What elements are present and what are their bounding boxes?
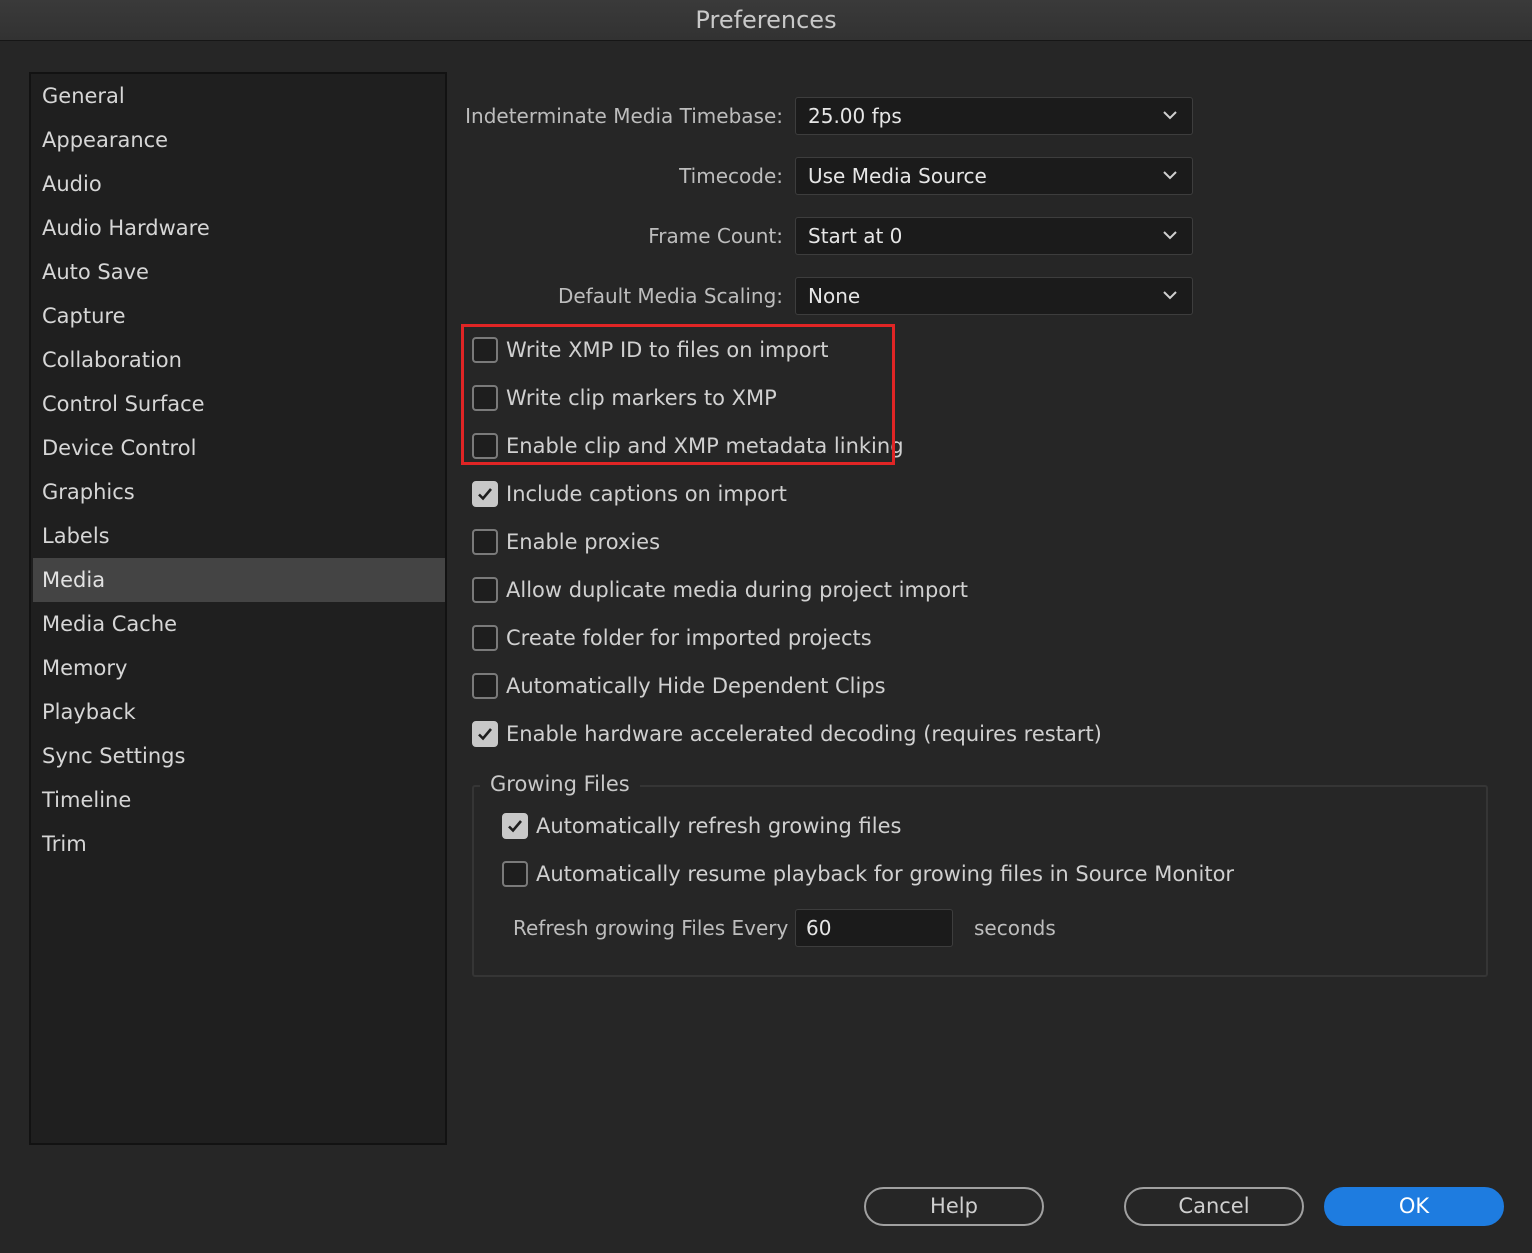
- sidebar-item-playback[interactable]: Playback: [33, 690, 445, 734]
- chevron-down-icon: [1163, 111, 1177, 120]
- sidebar-item-memory[interactable]: Memory: [33, 646, 445, 690]
- sidebar-item-control-surface[interactable]: Control Surface: [33, 382, 445, 426]
- hide-dependent-checkbox[interactable]: [472, 673, 498, 699]
- sidebar-item-graphics[interactable]: Graphics: [33, 470, 445, 514]
- sidebar-item-trim[interactable]: Trim: [33, 822, 445, 866]
- sidebar-item-auto-save[interactable]: Auto Save: [33, 250, 445, 294]
- window-title: Preferences: [0, 0, 1532, 41]
- frame-count-dropdown[interactable]: Start at 0: [795, 217, 1193, 255]
- auto-refresh-checkbox[interactable]: [502, 813, 528, 839]
- include-captions-option[interactable]: Include captions on import: [472, 478, 787, 510]
- allow-duplicate-label: Allow duplicate media during project imp…: [506, 578, 969, 602]
- sidebar-item-collaboration[interactable]: Collaboration: [33, 338, 445, 382]
- enable-proxies-checkbox[interactable]: [472, 529, 498, 555]
- enable-proxies-label: Enable proxies: [506, 530, 661, 554]
- hw-decoding-label: Enable hardware accelerated decoding (re…: [506, 722, 1102, 746]
- sidebar-item-timeline[interactable]: Timeline: [33, 778, 445, 822]
- refresh-interval-label: Refresh growing Files Every: [513, 916, 789, 940]
- checkmark-icon: [478, 728, 492, 741]
- include-captions-checkbox[interactable]: [472, 481, 498, 507]
- help-button[interactable]: Help: [864, 1187, 1044, 1226]
- chevron-down-icon: [1163, 231, 1177, 240]
- create-folder-label: Create folder for imported projects: [506, 626, 872, 650]
- auto-refresh-label: Automatically refresh growing files: [536, 814, 902, 838]
- refresh-interval-input[interactable]: [795, 909, 953, 947]
- hw-decoding-option[interactable]: Enable hardware accelerated decoding (re…: [472, 718, 1102, 750]
- hide-dependent-label: Automatically Hide Dependent Clips: [506, 674, 886, 698]
- chevron-down-icon: [1163, 291, 1177, 300]
- preferences-category-list: General Appearance Audio Audio Hardware …: [29, 72, 447, 1145]
- checkmark-icon: [508, 820, 522, 833]
- sidebar-item-audio[interactable]: Audio: [33, 162, 445, 206]
- sidebar-item-device-control[interactable]: Device Control: [33, 426, 445, 470]
- timecode-dropdown[interactable]: Use Media Source: [795, 157, 1193, 195]
- auto-refresh-option[interactable]: Automatically refresh growing files: [502, 810, 901, 842]
- cancel-button[interactable]: Cancel: [1124, 1187, 1304, 1226]
- scaling-dropdown[interactable]: None: [795, 277, 1193, 315]
- timebase-label: Indeterminate Media Timebase:: [465, 104, 783, 128]
- scaling-label: Default Media Scaling:: [557, 284, 783, 308]
- auto-resume-option[interactable]: Automatically resume playback for growin…: [502, 858, 1234, 890]
- growing-files-title: Growing Files: [480, 769, 640, 799]
- scaling-value: None: [808, 284, 861, 308]
- include-captions-label: Include captions on import: [506, 482, 787, 506]
- hw-decoding-checkbox[interactable]: [472, 721, 498, 747]
- sidebar-item-media[interactable]: Media: [33, 558, 445, 602]
- sidebar-item-capture[interactable]: Capture: [33, 294, 445, 338]
- checkmark-icon: [478, 488, 492, 501]
- frame-count-value: Start at 0: [808, 224, 903, 248]
- highlight-annotation-box: [461, 324, 895, 465]
- create-folder-checkbox[interactable]: [472, 625, 498, 651]
- allow-duplicate-checkbox[interactable]: [472, 577, 498, 603]
- sidebar-item-general[interactable]: General: [33, 74, 445, 118]
- allow-duplicate-option[interactable]: Allow duplicate media during project imp…: [472, 574, 968, 606]
- chevron-down-icon: [1163, 171, 1177, 180]
- create-folder-option[interactable]: Create folder for imported projects: [472, 622, 872, 654]
- enable-proxies-option[interactable]: Enable proxies: [472, 526, 660, 558]
- timebase-value: 25.00 fps: [808, 104, 902, 128]
- hide-dependent-option[interactable]: Automatically Hide Dependent Clips: [472, 670, 886, 702]
- sidebar-item-audio-hardware[interactable]: Audio Hardware: [33, 206, 445, 250]
- timecode-value: Use Media Source: [808, 164, 987, 188]
- timecode-label: Timecode:: [679, 164, 783, 188]
- sidebar-item-appearance[interactable]: Appearance: [33, 118, 445, 162]
- refresh-unit-label: seconds: [974, 916, 1056, 940]
- auto-resume-checkbox[interactable]: [502, 861, 528, 887]
- frame-count-label: Frame Count:: [648, 224, 783, 248]
- sidebar-item-sync-settings[interactable]: Sync Settings: [33, 734, 445, 778]
- sidebar-item-media-cache[interactable]: Media Cache: [33, 602, 445, 646]
- auto-resume-label: Automatically resume playback for growin…: [536, 862, 1235, 886]
- timebase-dropdown[interactable]: 25.00 fps: [795, 97, 1193, 135]
- ok-button[interactable]: OK: [1324, 1187, 1504, 1226]
- sidebar-item-labels[interactable]: Labels: [33, 514, 445, 558]
